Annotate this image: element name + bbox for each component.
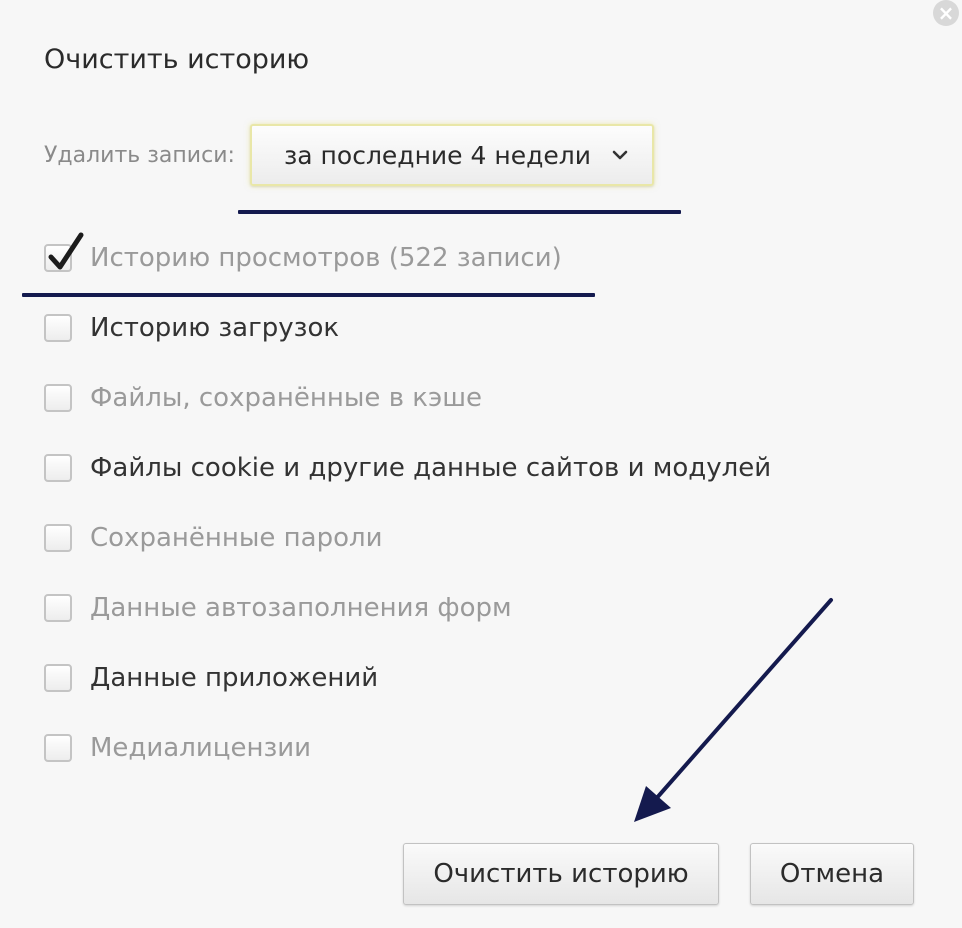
option-media-licenses[interactable]: Медиалицензии <box>44 728 311 768</box>
checkbox-cookies[interactable] <box>44 454 72 482</box>
checkbox-browsing-history[interactable] <box>44 232 84 272</box>
option-label: Файлы, сохранённые в кэше <box>90 383 483 413</box>
checkbox-autofill[interactable] <box>44 594 72 622</box>
option-cookies[interactable]: Файлы cookie и другие данные сайтов и мо… <box>44 448 771 488</box>
option-app-data[interactable]: Данные приложений <box>44 658 378 698</box>
dialog-title: Очистить историю <box>44 44 310 75</box>
annotation-underline-option <box>22 293 595 297</box>
option-download-history[interactable]: Историю загрузок <box>44 308 339 348</box>
option-label: Сохранённые пароли <box>90 523 383 553</box>
clear-history-button[interactable]: Очистить историю <box>403 843 719 905</box>
option-autofill[interactable]: Данные автозаполнения форм <box>44 588 512 628</box>
chevron-down-icon <box>612 150 628 160</box>
option-browsing-history[interactable]: Историю просмотров (522 записи) <box>44 232 562 278</box>
checkbox-saved-passwords[interactable] <box>44 524 72 552</box>
checkbox-download-history[interactable] <box>44 314 72 342</box>
period-select-value: за последние 4 недели <box>284 140 591 170</box>
option-label: Данные приложений <box>90 663 379 693</box>
checkmark-icon <box>48 232 84 270</box>
checkbox-app-data[interactable] <box>44 664 72 692</box>
checkbox-cached-files[interactable] <box>44 384 72 412</box>
option-label: Данные автозаполнения форм <box>90 593 512 623</box>
option-label: Историю загрузок <box>90 313 340 343</box>
option-saved-passwords[interactable]: Сохранённые пароли <box>44 518 383 558</box>
option-label: Историю просмотров (522 записи) <box>90 243 562 273</box>
close-icon[interactable]: × <box>933 0 959 26</box>
option-label: Файлы cookie и другие данные сайтов и мо… <box>90 453 772 483</box>
clear-history-dialog: × Очистить историю Удалить записи: за по… <box>0 0 962 928</box>
option-cached-files[interactable]: Файлы, сохранённые в кэше <box>44 378 482 418</box>
annotation-underline-select <box>238 210 681 214</box>
close-button[interactable]: × <box>931 0 961 26</box>
period-select[interactable]: за последние 4 недели <box>250 124 654 186</box>
cancel-button[interactable]: Отмена <box>750 843 914 905</box>
option-label: Медиалицензии <box>90 733 312 763</box>
checkbox-media-licenses[interactable] <box>44 734 72 762</box>
delete-records-label: Удалить записи: <box>44 143 235 168</box>
